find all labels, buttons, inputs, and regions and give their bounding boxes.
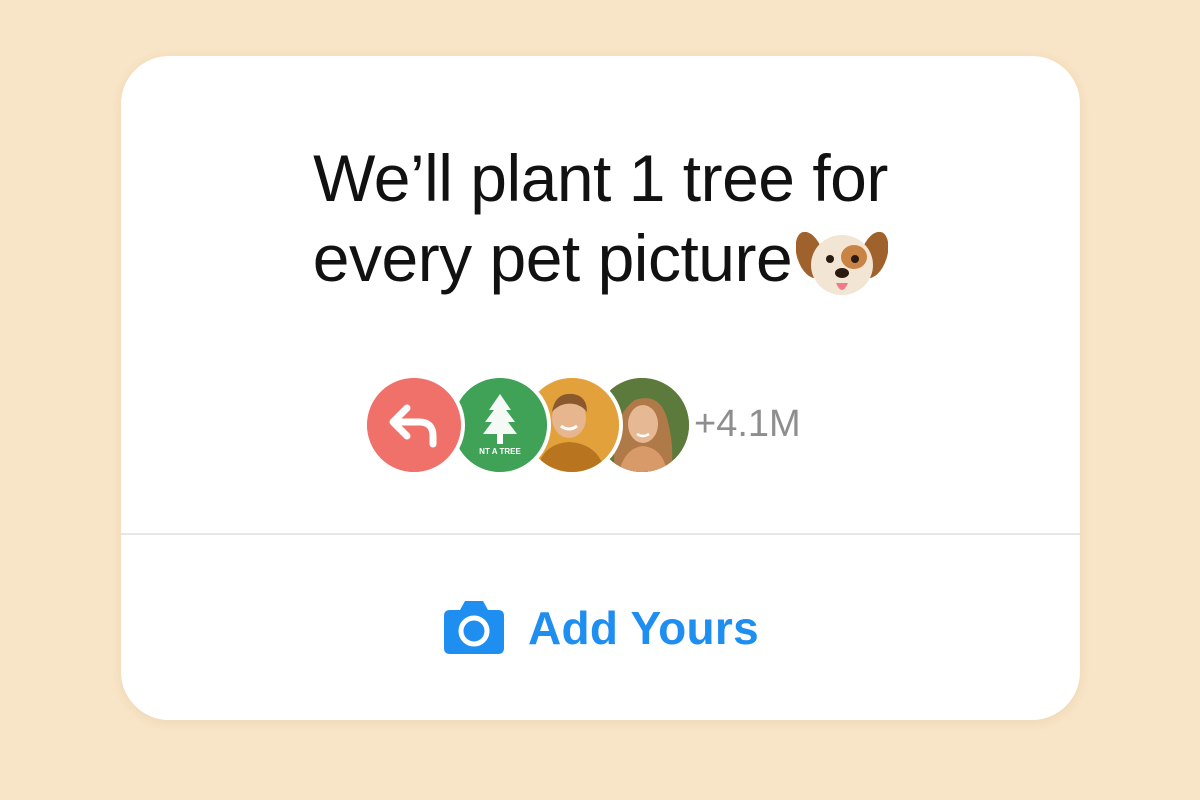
prompt-line-2-wrap: every pet picture <box>121 218 1080 303</box>
camera-icon <box>443 600 504 654</box>
add-yours-button[interactable]: Add Yours <box>121 535 1080 720</box>
participant-count: +4.1M <box>694 403 801 445</box>
participants-row[interactable]: NT A TREE +4.1M <box>121 374 1080 476</box>
add-yours-label: Add Yours <box>527 601 759 654</box>
tree-logo-text: NT A TREE <box>479 447 521 456</box>
dog-face-emoji-icon <box>796 231 889 295</box>
prompt-line-1: We’ll plant 1 tree for <box>313 141 888 215</box>
reply-avatar[interactable] <box>363 374 465 476</box>
sticker-prompt: We’ll plant 1 tree for every pet picture <box>121 138 1080 303</box>
tree-logo-icon: NT A TREE <box>453 378 547 472</box>
add-yours-sticker-card: We’ll plant 1 tree for every pet picture <box>121 56 1080 720</box>
prompt-line-2: every pet picture <box>312 221 793 295</box>
reply-arrow-icon <box>367 378 461 472</box>
